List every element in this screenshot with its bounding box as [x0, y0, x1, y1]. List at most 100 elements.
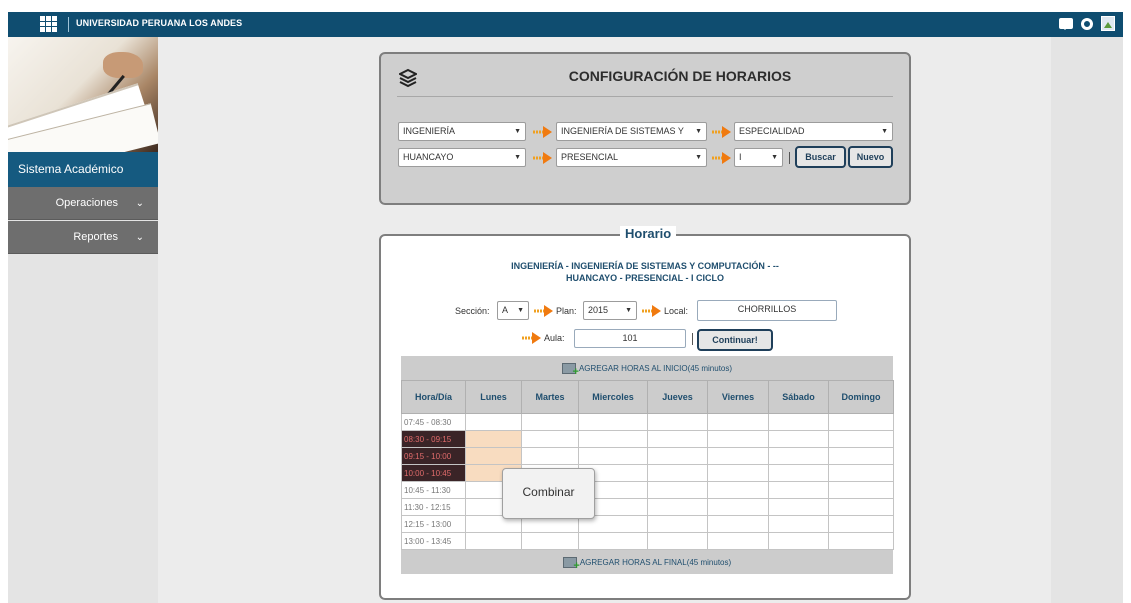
ciclo-select[interactable]: I ▼ [734, 148, 783, 167]
time-slot-cell[interactable]: 08:30 - 09:15 [401, 430, 466, 448]
schedule-cell[interactable] [578, 413, 648, 431]
subtitle-line: INGENIERÍA - INGENIERÍA DE SISTEMAS Y CO… [511, 261, 779, 271]
user-avatar-icon[interactable] [1101, 16, 1115, 31]
add-calendar-icon [561, 362, 579, 378]
carrera-select[interactable]: INGENIERÍA DE SISTEMAS Y ▼ [556, 122, 707, 141]
separator [789, 152, 790, 164]
column-header: Sábado [768, 380, 829, 414]
sidebar-banner-image [8, 37, 158, 152]
schedule-cell[interactable] [647, 413, 708, 431]
schedule-cell[interactable] [578, 430, 648, 448]
schedule-cell[interactable] [768, 481, 829, 499]
schedule-cell[interactable] [768, 413, 829, 431]
time-slot-cell[interactable]: 12:15 - 13:00 [401, 515, 466, 533]
time-slot-cell[interactable]: 09:15 - 10:00 [401, 447, 466, 465]
aula-field[interactable]: 101 [574, 329, 686, 348]
schedule-cell[interactable] [465, 447, 522, 465]
schedule-cell[interactable] [707, 532, 769, 550]
schedule-cell[interactable] [647, 447, 708, 465]
schedule-cell[interactable] [465, 532, 522, 550]
schedule-cell[interactable] [647, 532, 708, 550]
plan-select[interactable]: 2015 ▼ [583, 301, 637, 320]
add-hours-end-button[interactable]: AGREGAR HORAS AL FINAL(45 minutos) [401, 550, 893, 574]
schedule-cell[interactable] [707, 447, 769, 465]
table-row: 07:45 - 08:30 [401, 413, 894, 431]
schedule-cell[interactable] [768, 515, 829, 533]
especialidad-select[interactable]: ESPECIALIDAD ▼ [734, 122, 893, 141]
seccion-value: A [502, 305, 509, 315]
schedule-cell[interactable] [578, 447, 648, 465]
schedule-cell[interactable] [768, 464, 829, 482]
schedule-cell[interactable] [707, 464, 769, 482]
schedule-cell[interactable] [647, 481, 708, 499]
schedule-cell[interactable] [707, 481, 769, 499]
schedule-cell[interactable] [647, 464, 708, 482]
time-slot-cell[interactable]: 10:00 - 10:45 [401, 464, 466, 482]
schedule-table: Hora/Día Lunes Martes Miercoles Jueves Vierne… [401, 380, 894, 550]
schedule-cell[interactable] [828, 413, 894, 431]
schedule-cell[interactable] [828, 447, 894, 465]
plan-label: Plan: [556, 306, 577, 316]
schedule-cell[interactable] [768, 532, 829, 550]
caret-down-icon: ▼ [517, 307, 524, 314]
schedule-cell[interactable] [521, 430, 579, 448]
schedule-cell[interactable] [465, 430, 522, 448]
schedule-cell[interactable] [465, 413, 522, 431]
schedule-cell[interactable] [521, 447, 579, 465]
local-field[interactable]: CHORRILLOS [697, 300, 837, 321]
sidebar-item-reportes[interactable]: Reportes ⌄ [8, 221, 158, 254]
schedule-cell[interactable] [647, 515, 708, 533]
schedule-cell[interactable] [707, 430, 769, 448]
schedule-cell[interactable] [828, 498, 894, 516]
schedule-cell[interactable] [828, 481, 894, 499]
caret-down-icon: ▼ [514, 154, 521, 161]
schedule-cell[interactable] [647, 430, 708, 448]
schedule-cell[interactable] [828, 515, 894, 533]
column-header: Lunes [465, 380, 522, 414]
buscar-button[interactable]: Buscar [795, 146, 846, 168]
time-slot-cell[interactable]: 13:00 - 13:45 [401, 532, 466, 550]
sidebar-item-operaciones[interactable]: Operaciones ⌄ [8, 187, 158, 220]
schedule-cell[interactable] [828, 464, 894, 482]
sede-value: HUANCAYO [403, 152, 454, 162]
schedule-cell[interactable] [768, 498, 829, 516]
carrera-value: INGENIERÍA DE SISTEMAS Y [561, 126, 684, 136]
caret-down-icon: ▼ [625, 307, 632, 314]
time-slot-cell[interactable]: 10:45 - 11:30 [401, 481, 466, 499]
schedule-cell[interactable] [707, 515, 769, 533]
schedule-cell[interactable] [521, 413, 579, 431]
caret-down-icon: ▼ [695, 128, 702, 135]
topbar-divider [68, 17, 69, 32]
chat-icon[interactable] [1059, 18, 1073, 30]
add-hours-start-button[interactable]: AGREGAR HORAS AL INICIO(45 minutos) [401, 356, 893, 380]
schedule-cell[interactable] [828, 532, 894, 550]
schedule-table-wrap: AGREGAR HORAS AL INICIO(45 minutos) Hora… [401, 356, 894, 574]
time-slot-cell[interactable]: 07:45 - 08:30 [401, 413, 466, 431]
apps-grid-icon[interactable] [40, 16, 57, 32]
schedule-cell[interactable] [707, 413, 769, 431]
schedule-cell[interactable] [647, 498, 708, 516]
modalidad-select[interactable]: PRESENCIAL ▼ [556, 148, 707, 167]
seccion-select[interactable]: A ▼ [497, 301, 529, 320]
schedule-cell[interactable] [768, 447, 829, 465]
column-header: Hora/Día [401, 380, 466, 414]
sidebar-system-label[interactable]: Sistema Académico [8, 152, 158, 187]
table-row: 10:45 - 11:30 [401, 481, 894, 499]
schedule-cell[interactable] [578, 532, 648, 550]
continuar-button[interactable]: Continuar! [697, 329, 773, 351]
schedule-cell[interactable] [521, 532, 579, 550]
right-margin [1051, 37, 1123, 603]
facultad-select[interactable]: INGENIERÍA ▼ [398, 122, 526, 141]
seccion-label: Sección: [455, 306, 490, 316]
schedule-cell[interactable] [828, 430, 894, 448]
top-bar: UNIVERSIDAD PERUANA LOS ANDES [8, 12, 1123, 37]
combinar-menu-item[interactable]: Combinar [502, 468, 595, 519]
sede-select[interactable]: HUANCAYO ▼ [398, 148, 526, 167]
time-slot-cell[interactable]: 11:30 - 12:15 [401, 498, 466, 516]
gear-icon[interactable] [1081, 17, 1093, 30]
schedule-cell[interactable] [707, 498, 769, 516]
nuevo-button[interactable]: Nuevo [848, 146, 893, 168]
table-row: 13:00 - 13:45 [401, 532, 894, 550]
schedule-cell[interactable] [768, 430, 829, 448]
arrow-right-icon [533, 126, 552, 138]
